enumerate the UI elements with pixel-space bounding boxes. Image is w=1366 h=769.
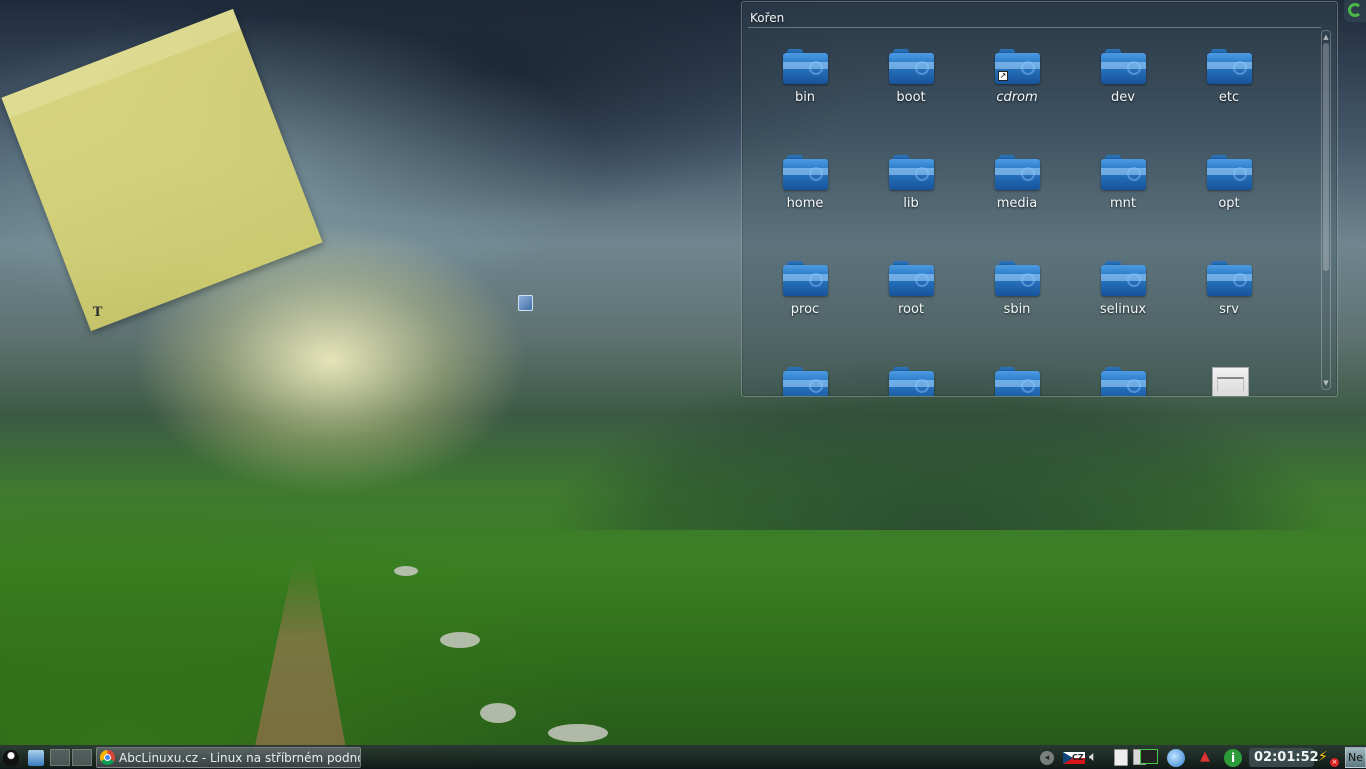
- folder-item[interactable]: srv: [1184, 261, 1274, 341]
- folder-icon: [783, 49, 828, 84]
- folder-icon: [783, 155, 828, 190]
- note-text-icon[interactable]: T: [93, 305, 105, 320]
- folder-label: dev: [1111, 90, 1135, 105]
- taskbar: AbcLinuxu.cz - Linux na stříbrném podnos…: [0, 745, 1366, 769]
- folder-label: opt: [1218, 196, 1240, 211]
- folder-item[interactable]: [866, 367, 956, 396]
- wallpaper-rock: [440, 632, 480, 648]
- folder-item[interactable]: [1078, 367, 1168, 396]
- system-monitor-icon[interactable]: [1140, 749, 1158, 764]
- taskbar-task-browser[interactable]: AbcLinuxu.cz - Linux na stříbrném podnos…: [96, 747, 361, 768]
- folder-item[interactable]: lib: [866, 155, 956, 235]
- desktop-toolbox[interactable]: [1344, 0, 1366, 22]
- folder-item[interactable]: opt: [1184, 155, 1274, 235]
- show-desktop-button[interactable]: Ne: [1345, 747, 1366, 768]
- folder-label: boot: [896, 90, 926, 105]
- wallpaper-rock: [394, 566, 418, 576]
- folder-view-scrollbar[interactable]: ▲ ▼: [1321, 30, 1331, 390]
- folder-icon: ↗: [995, 49, 1040, 84]
- folder-item[interactable]: root: [866, 261, 956, 341]
- folder-icon: [889, 155, 934, 190]
- chrome-icon: [100, 750, 115, 765]
- folder-item[interactable]: [760, 367, 850, 396]
- folder-label: sbin: [1003, 302, 1031, 317]
- folder-icon: [995, 367, 1040, 396]
- folder-icon: [1101, 367, 1146, 396]
- folder-icon: [889, 367, 934, 396]
- desktop-pager[interactable]: [50, 749, 92, 766]
- folder-icon: [1207, 261, 1252, 296]
- keyboard-layout-icon[interactable]: CZ: [1063, 752, 1085, 764]
- folder-item[interactable]: media: [972, 155, 1062, 235]
- folder-icon: [889, 261, 934, 296]
- folder-icon: [1101, 49, 1146, 84]
- speaker-icon[interactable]: 🔈︎: [1089, 749, 1097, 767]
- folder-item[interactable]: proc: [760, 261, 850, 341]
- symlink-overlay-icon: ↗: [998, 71, 1008, 81]
- folder-label: bin: [794, 90, 816, 105]
- folder-item[interactable]: ↗ cdrom: [972, 49, 1062, 129]
- folder-icon: [995, 261, 1040, 296]
- clock-widget[interactable]: 02:01:52: [1249, 748, 1319, 767]
- tux-icon[interactable]: [3, 750, 19, 766]
- folder-icon: [783, 367, 828, 396]
- wallpaper-rock: [548, 724, 608, 742]
- folder-icon: [1101, 261, 1146, 296]
- folder-icon: [889, 49, 934, 84]
- folder-item[interactable]: etc: [1184, 49, 1274, 129]
- folder-label: mnt: [1110, 196, 1136, 211]
- sticky-note-widget[interactable]: T: [1, 8, 323, 332]
- folder-view-widget[interactable]: Kořen bin boot ↗ cdrom dev etc home lib media mnt…: [741, 1, 1338, 397]
- archive-icon: [1212, 367, 1249, 396]
- file-manager-icon[interactable]: [28, 750, 44, 766]
- folder-icon: [1101, 155, 1146, 190]
- folder-item[interactable]: bin: [760, 49, 850, 129]
- battery-warning-icon: ×: [1330, 758, 1339, 767]
- folder-label: cdrom: [996, 90, 1038, 105]
- update-notifier-icon[interactable]: ▲: [1196, 749, 1214, 767]
- folder-icon: [995, 155, 1040, 190]
- pager-desktop-2[interactable]: [72, 749, 92, 766]
- clock-time: 02:01:52: [1254, 750, 1319, 765]
- folder-item[interactable]: boot: [866, 49, 956, 129]
- folder-item[interactable]: home: [760, 155, 850, 235]
- scroll-up-arrow-icon[interactable]: ▲: [1322, 33, 1330, 41]
- folder-view-grid: bin boot ↗ cdrom dev etc home lib media mnt opt pro…: [742, 2, 1322, 396]
- scroll-down-arrow-icon[interactable]: ▼: [1322, 379, 1330, 387]
- device-notifier-icon[interactable]: [1167, 749, 1185, 767]
- folder-label: media: [996, 196, 1038, 211]
- folder-item[interactable]: [1184, 367, 1274, 396]
- folder-item[interactable]: sbin: [972, 261, 1062, 341]
- folder-label: lib: [903, 196, 919, 211]
- folder-icon: [1207, 155, 1252, 190]
- clipboard-icon[interactable]: [1114, 749, 1128, 766]
- keyboard-layout-label: CZ: [1072, 753, 1084, 762]
- folder-label: home: [786, 196, 824, 211]
- scrollbar-thumb[interactable]: [1323, 43, 1329, 271]
- folder-label: selinux: [1099, 302, 1147, 317]
- wallpaper-rock: [480, 703, 516, 723]
- desktop-file-icon[interactable]: [518, 295, 533, 311]
- plasma-cashew-icon[interactable]: [1348, 3, 1362, 17]
- pager-desktop-1[interactable]: [50, 749, 70, 766]
- folder-item[interactable]: mnt: [1078, 155, 1168, 235]
- folder-icon: [1207, 49, 1252, 84]
- folder-label: root: [897, 302, 925, 317]
- task-label: AbcLinuxu.cz - Linux na stříbrném podnos…: [119, 751, 361, 765]
- folder-icon: [783, 261, 828, 296]
- tray-expand-icon[interactable]: ◂: [1040, 751, 1054, 765]
- folder-label: srv: [1219, 302, 1239, 317]
- folder-item[interactable]: [972, 367, 1062, 396]
- folder-item[interactable]: dev: [1078, 49, 1168, 129]
- info-icon[interactable]: i: [1224, 749, 1242, 767]
- folder-label: proc: [790, 302, 820, 317]
- folder-item[interactable]: selinux: [1078, 261, 1168, 341]
- folder-label: etc: [1218, 90, 1240, 105]
